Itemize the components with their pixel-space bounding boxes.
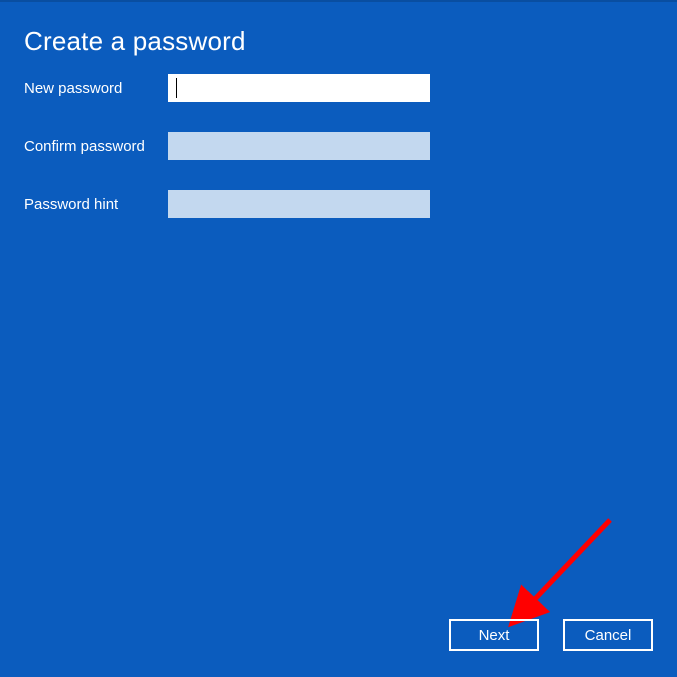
password-hint-row: Password hint <box>24 190 430 218</box>
password-hint-label: Password hint <box>24 196 168 213</box>
new-password-row: New password <box>24 74 430 102</box>
window-top-border <box>0 0 677 2</box>
new-password-label: New password <box>24 80 168 97</box>
confirm-password-label: Confirm password <box>24 138 168 155</box>
text-cursor-icon <box>176 78 177 98</box>
confirm-password-input[interactable] <box>168 132 430 160</box>
next-button[interactable]: Next <box>449 619 539 651</box>
cancel-button[interactable]: Cancel <box>563 619 653 651</box>
new-password-input[interactable] <box>168 74 430 102</box>
button-bar: Next Cancel <box>449 619 653 651</box>
password-form: New password Confirm password Password h… <box>24 74 430 248</box>
password-hint-input[interactable] <box>168 190 430 218</box>
page-title: Create a password <box>24 26 246 57</box>
confirm-password-row: Confirm password <box>24 132 430 160</box>
